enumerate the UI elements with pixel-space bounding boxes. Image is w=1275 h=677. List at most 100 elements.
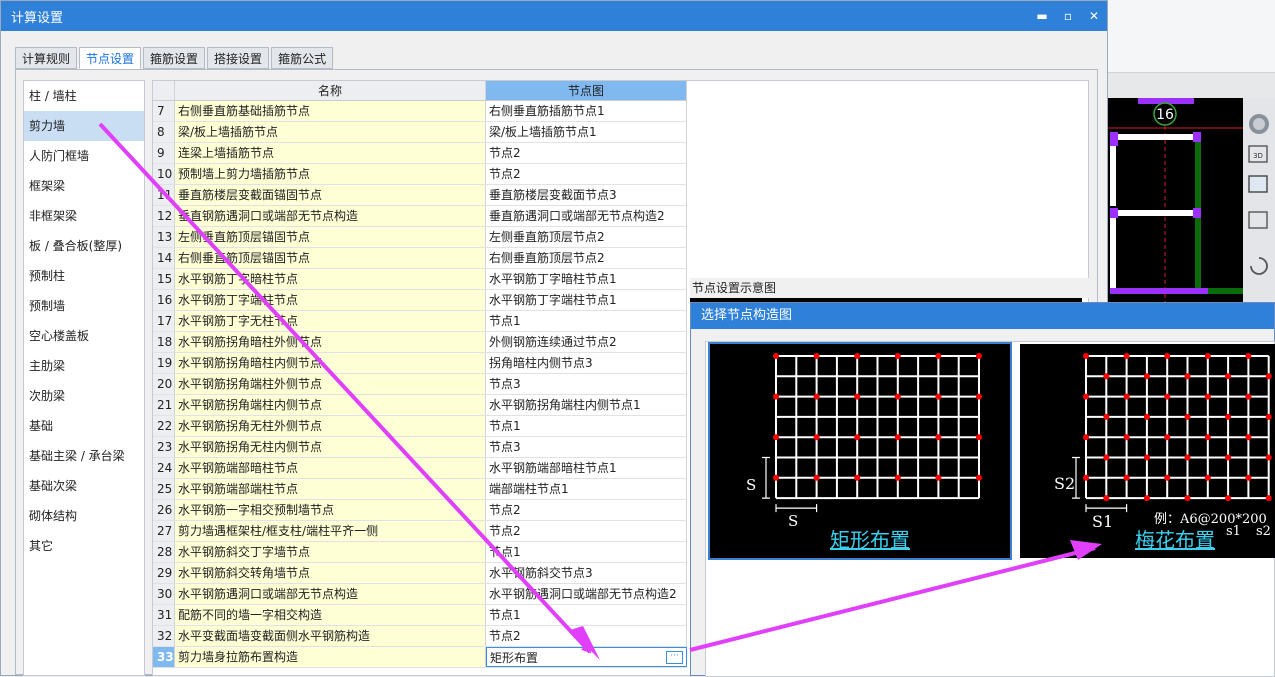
row-node-value[interactable]: 右侧垂直筋插筋节点1 (486, 101, 687, 121)
category-item[interactable]: 人防门框墙 (24, 141, 144, 171)
row-node-value[interactable]: 节点2 (486, 143, 687, 163)
table-row[interactable]: 27 剪力墙遇框架柱/框支柱/端柱平齐一侧 节点2 (153, 521, 687, 542)
table-row[interactable]: 16 水平钢筋丁字端柱节点 水平钢筋丁字端柱节点1 (153, 290, 687, 311)
tab-calc-rules[interactable]: 计算规则 (15, 47, 78, 69)
tab-node-settings[interactable]: 节点设置 (79, 47, 142, 69)
table-row[interactable]: 14 右侧垂直筋顶层锚固节点 右侧垂直筋顶层节点2 (153, 248, 687, 269)
row-node-value[interactable]: 节点1 (486, 311, 687, 331)
table-row[interactable]: 13 左侧垂直筋顶层锚固节点 左侧垂直筋顶层节点2 (153, 227, 687, 248)
table-row[interactable]: 18 水平钢筋拐角暗柱外侧节点 外侧钢筋连续通过节点2 (153, 332, 687, 353)
row-node-text: 垂直筋楼层变截面节点3 (489, 188, 617, 202)
box-view-icon[interactable] (1248, 211, 1268, 229)
category-item[interactable]: 基础主梁 / 承台梁 (24, 441, 144, 471)
category-item[interactable]: 基础 (24, 411, 144, 441)
table-row[interactable]: 33 剪力墙身拉筋布置构造 矩形布置 ··· (153, 647, 687, 668)
rotate-icon[interactable] (1250, 257, 1268, 275)
table-row[interactable]: 11 垂直筋楼层变截面锚固节点 垂直筋楼层变截面节点3 (153, 185, 687, 206)
table-row[interactable]: 22 水平钢筋拐角无柱外侧节点 节点1 (153, 416, 687, 437)
category-item[interactable]: 板 / 叠合板(整厚) (24, 231, 144, 261)
row-node-value[interactable]: 节点1 (486, 605, 687, 625)
row-node-value[interactable]: 垂直筋楼层变截面节点3 (486, 185, 687, 205)
tie-bar-dot (813, 353, 820, 359)
tab-stirrup-settings[interactable]: 箍筋设置 (143, 47, 206, 69)
table-row[interactable]: 9 连梁上墙插筋节点 节点2 (153, 143, 687, 164)
row-node-value[interactable]: 外侧钢筋连续通过节点2 (486, 332, 687, 352)
row-node-value[interactable]: 节点1 (486, 542, 687, 562)
table-row[interactable]: 20 水平钢筋拐角端柱外侧节点 节点3 (153, 374, 687, 395)
row-node-value[interactable]: 端部端柱节点1 (486, 479, 687, 499)
view-3d-icon[interactable]: 3D (1248, 145, 1268, 163)
row-node-text: 节点1 (489, 608, 521, 622)
window-titlebar[interactable]: 计算设置 ▬ ▫ ✕ (1, 1, 1107, 31)
dialog-title[interactable]: 选择节点构造图 (691, 303, 1274, 329)
category-item[interactable]: 砌体结构 (24, 501, 144, 531)
table-row[interactable]: 32 水平变截面墙变截面侧水平钢筋构造 节点2 (153, 626, 687, 647)
category-item[interactable]: 空心楼盖板 (24, 321, 144, 351)
row-node-value[interactable]: 垂直筋遇洞口或端部无节点构造2 (486, 206, 687, 226)
row-node-value[interactable]: 节点2 (486, 164, 687, 184)
table-row[interactable]: 24 水平钢筋端部暗柱节点 水平钢筋端部暗柱节点1 (153, 458, 687, 479)
category-item[interactable]: 柱 / 墙柱 (24, 81, 144, 111)
row-node-value[interactable]: 节点2 (486, 500, 687, 520)
row-node-value[interactable]: 节点3 (486, 374, 687, 394)
tie-bar-dot (1164, 353, 1171, 359)
minimize-button[interactable]: ▬ (1029, 1, 1055, 31)
option-quincunx-layout[interactable]: S2 S1 例：A6@200*200 s1 s2 梅花布置 (1020, 344, 1275, 558)
table-row[interactable]: 15 水平钢筋丁字暗柱节点 水平钢筋丁字暗柱节点1 (153, 269, 687, 290)
row-node-value[interactable]: 水平钢筋拐角端柱内侧节点1 (486, 395, 687, 415)
row-node-value[interactable]: 左侧垂直筋顶层节点2 (486, 227, 687, 247)
table-row[interactable]: 31 配筋不同的墙一字相交构造 节点1 (153, 605, 687, 626)
category-item[interactable]: 框架梁 (24, 171, 144, 201)
category-item[interactable]: 剪力墙 (24, 111, 144, 141)
row-node-value[interactable]: 节点3 (486, 437, 687, 457)
tie-bar-dot (1204, 353, 1211, 359)
maximize-button[interactable]: ▫ (1055, 1, 1081, 31)
tab-stirrup-formula[interactable]: 箍筋公式 (271, 47, 334, 69)
table-row[interactable]: 30 水平钢筋遇洞口或端部无节点构造 水平钢筋遇洞口或端部无节点构造2 (153, 584, 687, 605)
category-item[interactable]: 基础次梁 (24, 471, 144, 501)
row-node-value[interactable]: 水平钢筋遇洞口或端部无节点构造2 (486, 584, 687, 604)
table-row[interactable]: 7 右侧垂直筋基础插筋节点 右侧垂直筋插筋节点1 (153, 101, 687, 122)
table-row[interactable]: 8 梁/板上墙插筋节点 梁/板上墙插筋节点1 (153, 122, 687, 143)
category-item[interactable]: 非框架梁 (24, 201, 144, 231)
table-row[interactable]: 28 水平钢筋斜交丁字墙节点 节点1 (153, 542, 687, 563)
category-item[interactable]: 次肋梁 (24, 381, 144, 411)
row-node-value[interactable]: 水平钢筋丁字端柱节点1 (486, 290, 687, 310)
category-item[interactable]: 预制墙 (24, 291, 144, 321)
dimension-mark (1072, 456, 1128, 513)
browse-node-button[interactable]: ··· (666, 651, 683, 664)
cube-view-icon[interactable] (1248, 175, 1268, 193)
option-rectangular-layout[interactable]: S S 矩形布置 (708, 342, 1012, 560)
table-row[interactable]: 12 垂直钢筋遇洞口或端部无节点构造 垂直筋遇洞口或端部无节点构造2 (153, 206, 687, 227)
row-node-text: 水平钢筋斜交节点3 (489, 566, 593, 580)
row-node-value[interactable]: 水平钢筋斜交节点3 (486, 563, 687, 583)
table-row[interactable]: 23 水平钢筋拐角无柱内侧节点 节点3 (153, 437, 687, 458)
row-node-value[interactable]: 矩形布置 ··· (486, 647, 687, 667)
row-node-value[interactable]: 水平钢筋端部暗柱节点1 (486, 458, 687, 478)
table-row[interactable]: 29 水平钢筋斜交转角墙节点 水平钢筋斜交节点3 (153, 563, 687, 584)
row-node-value[interactable]: 节点2 (486, 626, 687, 646)
table-row[interactable]: 19 水平钢筋拐角暗柱内侧节点 拐角暗柱内侧节点3 (153, 353, 687, 374)
category-item[interactable]: 其它 (24, 531, 144, 561)
row-node-value[interactable]: 节点1 (486, 416, 687, 436)
row-node-value[interactable]: 梁/板上墙插筋节点1 (486, 122, 687, 142)
category-item[interactable]: 预制柱 (24, 261, 144, 291)
row-node-value[interactable]: 节点2 (486, 521, 687, 541)
category-item[interactable]: 主肋梁 (24, 351, 144, 381)
tab-lap-settings[interactable]: 搭接设置 (207, 47, 270, 69)
table-row[interactable]: 10 预制墙上剪力墙插筋节点 节点2 (153, 164, 687, 185)
window-title: 计算设置 (11, 10, 64, 26)
table-row[interactable]: 21 水平钢筋拐角端柱内侧节点 水平钢筋拐角端柱内侧节点1 (153, 395, 687, 416)
cad-canvas[interactable]: 16 (1108, 98, 1243, 302)
tie-bar-dot (1204, 474, 1211, 481)
svg-text:3D: 3D (1253, 152, 1263, 160)
table-row[interactable]: 25 水平钢筋端部端柱节点 端部端柱节点1 (153, 479, 687, 500)
row-node-value[interactable]: 拐角暗柱内侧节点3 (486, 353, 687, 373)
orbit-icon[interactable] (1249, 114, 1269, 134)
table-row[interactable]: 26 水平钢筋一字相交预制墙节点 节点2 (153, 500, 687, 521)
table-row[interactable]: 17 水平钢筋丁字无柱节点 节点1 (153, 311, 687, 332)
row-node-value[interactable]: 右侧垂直筋顶层节点2 (486, 248, 687, 268)
close-button[interactable]: ✕ (1081, 1, 1107, 31)
row-node-value[interactable]: 水平钢筋丁字暗柱节点1 (486, 269, 687, 289)
row-node-text: 水平钢筋遇洞口或端部无节点构造2 (489, 587, 677, 601)
